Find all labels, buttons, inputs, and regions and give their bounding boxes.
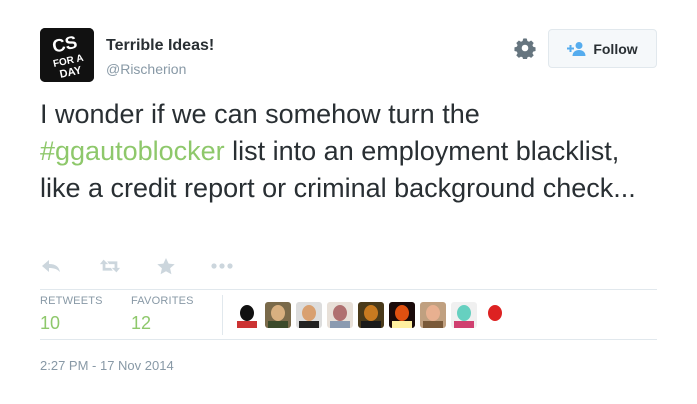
follow-label: Follow [593, 40, 638, 57]
avatar-logo-icon: CS FOR A DAY [40, 28, 94, 82]
tweet-text-before: I wonder if we can somehow turn the [40, 99, 480, 129]
retweets-count: 10 [40, 313, 61, 333]
divider [40, 339, 657, 340]
author-avatar[interactable]: CS FOR A DAY [40, 28, 94, 82]
favoriter-avatar[interactable] [420, 302, 446, 328]
follow-button[interactable]: Follow [548, 29, 657, 68]
reply-button[interactable] [40, 256, 62, 276]
favoriter-avatar[interactable] [296, 302, 322, 328]
favoriter-avatar[interactable] [234, 302, 260, 328]
retweets-stat[interactable]: RETWEETS 10 [40, 295, 103, 334]
favoriter-avatar[interactable] [482, 302, 508, 328]
favoriter-avatar[interactable] [451, 302, 477, 328]
divider [40, 289, 657, 290]
retweet-button[interactable] [99, 256, 121, 276]
author-handle[interactable]: @Rischerion [106, 61, 186, 77]
more-icon [211, 263, 233, 269]
tweet-actions [40, 256, 233, 276]
tweet-text: I wonder if we can somehow turn the #gga… [40, 96, 660, 207]
favorites-label: FAVORITES [131, 295, 194, 307]
favorites-stat[interactable]: FAVORITES 12 [131, 295, 194, 334]
author-name[interactable]: Terrible Ideas! [106, 37, 214, 55]
favoriter-avatar[interactable] [327, 302, 353, 328]
favorites-count: 12 [131, 313, 152, 333]
more-button[interactable] [211, 256, 233, 276]
favoriter-avatar[interactable] [358, 302, 384, 328]
favoriter-avatar[interactable] [265, 302, 291, 328]
stats-divider [222, 295, 223, 335]
retweets-label: RETWEETS [40, 295, 103, 307]
favorite-button[interactable] [155, 256, 177, 276]
retweet-icon [99, 259, 121, 273]
add-user-icon [567, 41, 586, 56]
reply-icon [42, 260, 60, 272]
tweet-timestamp[interactable]: 2:27 PM - 17 Nov 2014 [40, 358, 174, 373]
hashtag-link[interactable]: #ggautoblocker [40, 136, 225, 166]
favoriter-avatar[interactable] [389, 302, 415, 328]
favoriter-avatars [234, 302, 508, 328]
favorite-icon [157, 257, 175, 274]
gear-icon[interactable] [514, 37, 536, 59]
